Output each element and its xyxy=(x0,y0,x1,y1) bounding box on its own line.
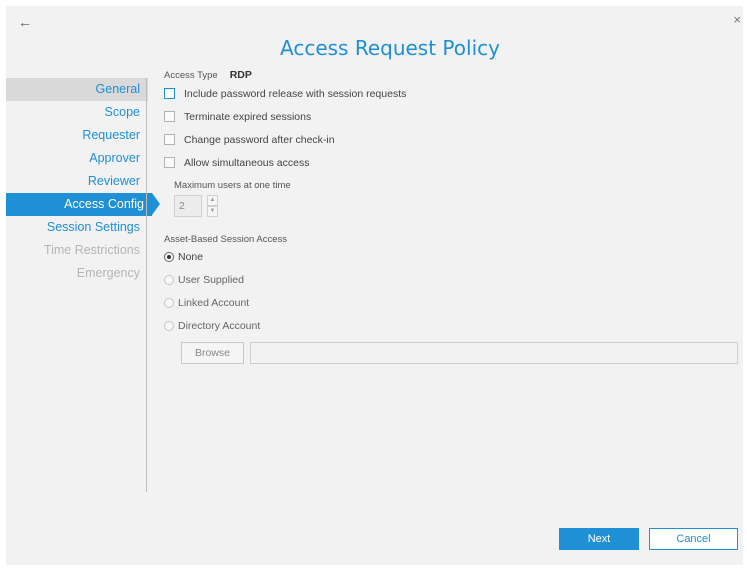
sidebar-item-session-settings[interactable]: Session Settings xyxy=(6,216,148,239)
cancel-button[interactable]: Cancel xyxy=(649,528,738,550)
sidebar-item-reviewer[interactable]: Reviewer xyxy=(6,170,148,193)
next-button[interactable]: Next xyxy=(559,528,639,550)
asset-access-label: Asset-Based Session Access xyxy=(164,234,288,245)
option-label: Include password release with session re… xyxy=(184,87,407,100)
max-users-input[interactable]: 2 xyxy=(174,195,202,217)
radio-label: Linked Account xyxy=(178,296,250,309)
sidebar-item-scope[interactable]: Scope xyxy=(6,101,148,124)
radio-label: Directory Account xyxy=(178,319,261,332)
sidebar-item-general[interactable]: General xyxy=(6,78,148,101)
directory-path-field[interactable] xyxy=(250,342,738,364)
option-include-password-release[interactable]: Include password release with session re… xyxy=(164,82,740,105)
sidebar: General Scope Requester Approver Reviewe… xyxy=(6,78,160,285)
radio-none[interactable]: None xyxy=(164,245,740,268)
max-users-label: Maximum users at one time xyxy=(174,180,291,191)
page-title: Access Request Policy xyxy=(280,36,500,60)
access-config-panel: Access Type RDP Include password release … xyxy=(164,68,740,364)
checkbox[interactable] xyxy=(164,157,175,168)
option-label: Allow simultaneous access xyxy=(184,156,310,169)
option-label: Change password after check-in xyxy=(184,133,335,146)
increment-icon[interactable]: ▲ xyxy=(207,195,218,206)
radio-button[interactable] xyxy=(164,297,174,308)
sidebar-item-requester[interactable]: Requester xyxy=(6,124,148,147)
radio-button[interactable] xyxy=(164,320,174,331)
sidebar-item-time-restrictions[interactable]: Time Restrictions xyxy=(6,239,148,262)
option-change-password[interactable]: Change password after check-in xyxy=(164,128,740,151)
radio-directory-account[interactable]: Directory Account xyxy=(164,314,740,337)
option-allow-simultaneous[interactable]: Allow simultaneous access xyxy=(164,151,740,174)
sidebar-item-approver[interactable]: Approver xyxy=(6,147,148,170)
browse-button[interactable]: Browse xyxy=(181,342,244,364)
radio-label: None xyxy=(178,250,204,263)
option-label: Terminate expired sessions xyxy=(184,110,312,123)
checkbox[interactable] xyxy=(164,88,175,99)
decrement-icon[interactable]: ▼ xyxy=(207,206,218,217)
radio-user-supplied[interactable]: User Supplied xyxy=(164,268,740,291)
sidebar-item-access-config[interactable]: Access Config xyxy=(6,193,160,216)
radio-label: User Supplied xyxy=(178,273,244,286)
close-icon[interactable]: × xyxy=(733,12,741,27)
access-type-value: RDP xyxy=(229,69,252,81)
radio-button[interactable] xyxy=(164,274,174,285)
sidebar-divider xyxy=(146,78,147,492)
radio-linked-account[interactable]: Linked Account xyxy=(164,291,740,314)
access-type-label: Access Type xyxy=(164,70,218,81)
checkbox[interactable] xyxy=(164,134,175,145)
sidebar-item-emergency[interactable]: Emergency xyxy=(6,262,148,285)
radio-button[interactable] xyxy=(164,251,174,262)
max-users-stepper: 2 ▲ ▼ xyxy=(174,195,740,217)
stepper-buttons: ▲ ▼ xyxy=(207,195,218,217)
browse-row: Browse xyxy=(181,342,740,364)
checkbox[interactable] xyxy=(164,111,175,122)
access-type-row: Access Type RDP xyxy=(164,68,740,82)
option-terminate-expired[interactable]: Terminate expired sessions xyxy=(164,105,740,128)
back-arrow-icon[interactable]: ← xyxy=(18,14,32,30)
